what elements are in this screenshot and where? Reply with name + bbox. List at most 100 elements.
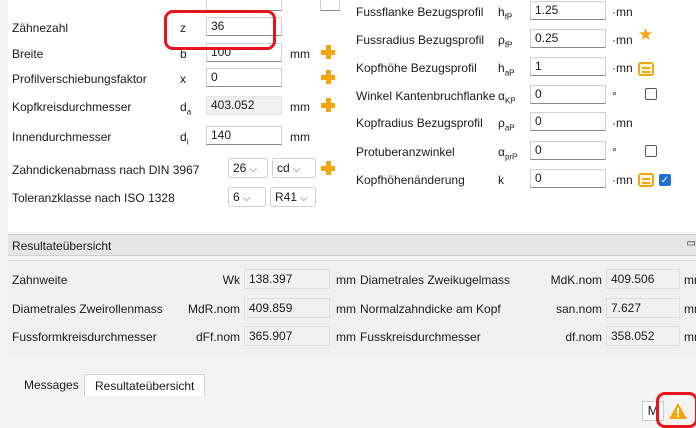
param-symbol: di (180, 130, 188, 146)
symbol-text: d (180, 100, 187, 114)
param-label: Profilverschiebungsfaktor (12, 72, 147, 86)
result-label: Fussformkreisdurchmesser (12, 330, 157, 344)
result-value: 365.907 (244, 326, 330, 346)
param-unit: mm (290, 47, 310, 61)
result-unit: mm (684, 330, 696, 344)
result-symbol: Wk (222, 273, 240, 287)
result-value: 7.627 (606, 298, 680, 318)
param-unit: mm (290, 100, 310, 114)
symbol-text: ρ (498, 116, 505, 130)
add-icon[interactable] (320, 97, 336, 113)
symbol-sub: i (186, 137, 189, 147)
param-symbol: ρaP (498, 116, 515, 132)
pin-icon[interactable]: ▭ (687, 238, 696, 249)
param-input[interactable]: 0 (530, 112, 606, 131)
param-label: Kopfhöhe Bezugsprofil (356, 61, 477, 75)
kantenbruch-checkbox[interactable] (645, 88, 657, 100)
symbol-text: h (498, 61, 505, 75)
param-symbol: hfP (498, 5, 512, 21)
result-symbol: MdK.nom (550, 273, 602, 287)
star-icon[interactable]: ★ (638, 26, 654, 43)
symbol-text: d (180, 130, 187, 144)
param-label: Kopfhöhenänderung (356, 173, 465, 187)
result-value: 358.052 (606, 326, 680, 346)
param-input[interactable]: 0 (530, 85, 606, 104)
param-label: Fussradius Bezugsprofil (356, 33, 485, 47)
param-label: Innendurchmesser (12, 130, 112, 144)
equals-icon[interactable] (638, 62, 654, 76)
symbol-sub: a (186, 107, 192, 117)
result-label: Zahnweite (12, 273, 68, 287)
symbol-sub: fP (504, 12, 513, 22)
results-panel: Zahnweite Wk 138.397 mm Diametrales Zweikuge… (8, 260, 696, 356)
result-symbol: san.nom (555, 302, 602, 316)
symbol-sub: KP (504, 96, 516, 106)
result-value: 409.859 (244, 298, 330, 318)
result-symbol: dFf.nom (195, 330, 240, 344)
toleranz-select-2[interactable]: R41 ⌵ (270, 187, 316, 207)
param-unit: ° (612, 145, 617, 159)
kopfhoehe-checkbox[interactable]: ✓ (659, 174, 671, 186)
bottom-tabs: Messages Resultateübersicht (8, 374, 696, 397)
tab-messages[interactable]: Messages (14, 374, 89, 396)
result-value: 138.397 (244, 269, 330, 289)
param-input[interactable]: 1.25 (530, 1, 606, 20)
param-unit: ·mn (612, 61, 633, 75)
param-input[interactable]: 0.25 (530, 29, 606, 48)
chevron-down-icon: ⌵ (249, 164, 257, 175)
symbol-sub: prP (504, 152, 518, 162)
param-unit: mm (290, 130, 310, 144)
param-symbol: haP (498, 61, 514, 77)
add-icon[interactable] (320, 69, 336, 85)
symbol-text: h (498, 5, 505, 19)
param-label: Fussflanke Bezugsprofil (356, 5, 484, 19)
param-input[interactable]: 0 (206, 68, 282, 87)
param-input[interactable]: 140 (206, 126, 282, 145)
dickenabmass-select-1[interactable]: 26 ⌵ (228, 158, 268, 178)
param-label: Kopfkreisdurchmesser (12, 100, 132, 114)
param-label: Protuberanzwinkel (356, 145, 455, 159)
param-symbol: da (180, 100, 191, 116)
param-symbol: ρfP (498, 33, 512, 49)
param-unit: ·mn (612, 5, 633, 19)
param-unit: ° (612, 89, 617, 103)
param-label: Breite (12, 47, 44, 61)
result-value: 409.506 (606, 269, 680, 289)
symbol-text: α (498, 89, 505, 103)
highlight-warning (656, 392, 696, 428)
protuberanz-checkbox[interactable] (645, 145, 657, 157)
result-unit: mm (684, 302, 696, 316)
equals-icon[interactable] (638, 173, 654, 187)
param-symbol: αKP (498, 89, 516, 105)
param-unit: ·mn (612, 33, 633, 47)
param-symbol: αprP (498, 145, 517, 161)
symbol-text: x (180, 72, 186, 86)
result-label: Normalzahndicke am Kopf (360, 302, 501, 316)
symbol-text: ρ (498, 33, 505, 47)
param-input[interactable]: 0 (530, 141, 606, 160)
param-input[interactable]: 0 (530, 169, 606, 188)
param-unit: ·mn (612, 173, 633, 187)
result-symbol: MdR.nom (187, 302, 240, 316)
result-unit: mm (336, 273, 356, 287)
result-unit: mm (336, 302, 356, 316)
add-icon[interactable] (320, 44, 336, 60)
symbol-text: α (498, 145, 505, 159)
chevron-down-icon: ⌵ (292, 164, 301, 175)
toleranz-select-1[interactable]: 6 ⌵ (228, 187, 266, 207)
result-unit: mm (684, 273, 696, 287)
symbol-text: k (498, 173, 504, 187)
symbol-sub: aP (504, 68, 515, 78)
dickenabmass-select-2[interactable]: cd ⌵ (272, 158, 316, 178)
symbol-sub: aP (504, 123, 515, 133)
param-symbol: x (180, 72, 186, 88)
tab-resultateuebersicht[interactable]: Resultateübersicht (84, 374, 206, 396)
param-label: Zähnezahl (12, 21, 69, 35)
param-input[interactable]: 1 (530, 57, 606, 76)
result-unit: mm (336, 330, 356, 344)
cutoff-input-small[interactable] (320, 0, 340, 11)
add-icon[interactable] (320, 160, 336, 176)
param-input: 403.052 (206, 96, 282, 115)
chevron-down-icon: ⌵ (242, 193, 251, 204)
param-label: Winkel Kantenbruchflanke (356, 89, 496, 103)
